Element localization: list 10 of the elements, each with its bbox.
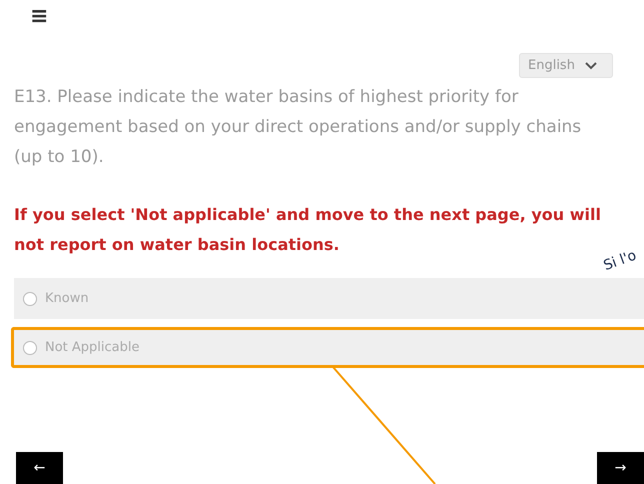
- chevron-down-icon: [584, 62, 597, 70]
- menu-icon[interactable]: ≡: [30, 4, 48, 30]
- radio-button[interactable]: [23, 292, 37, 306]
- option-label: Known: [45, 291, 89, 306]
- option-label: Not Applicable: [45, 340, 140, 355]
- next-button[interactable]: →: [597, 452, 644, 484]
- question-text: E13. Please indicate the water basins of highest priority for engagement based on your direct operations and/or supply chains (up to 10).: [14, 86, 582, 169]
- radio-button[interactable]: [23, 340, 37, 354]
- back-button[interactable]: ←: [16, 452, 63, 484]
- annotation-text: Si l'o: [602, 248, 638, 274]
